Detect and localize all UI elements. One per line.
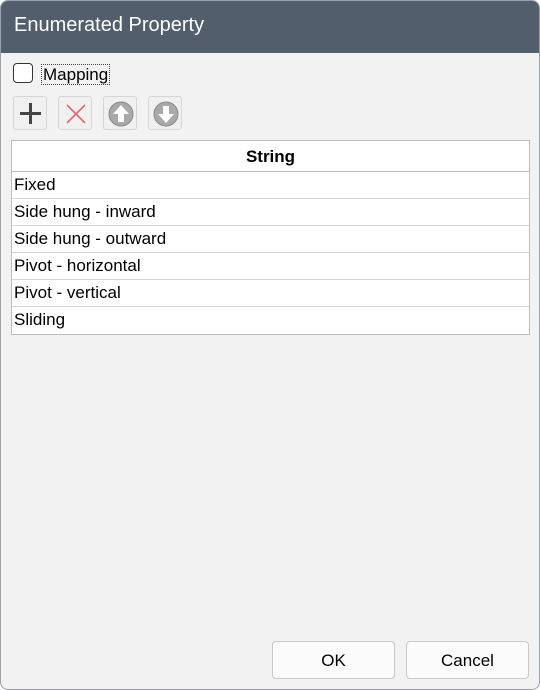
delete-button[interactable]	[58, 96, 92, 130]
add-button[interactable]	[13, 96, 47, 130]
table-row[interactable]: Pivot - vertical	[12, 280, 529, 307]
table-row[interactable]: Pivot - horizontal	[12, 253, 529, 280]
table-row[interactable]: Side hung - inward	[12, 199, 529, 226]
cancel-button[interactable]: Cancel	[406, 641, 529, 679]
move-down-button[interactable]	[148, 96, 182, 130]
mapping-checkbox[interactable]	[13, 63, 33, 83]
arrow-up-circle-icon	[108, 101, 134, 127]
table-row[interactable]: Side hung - outward	[12, 226, 529, 253]
close-icon	[66, 104, 86, 124]
plus-icon	[20, 103, 41, 124]
table-row[interactable]: Fixed	[12, 172, 529, 199]
enumerated-property-dialog: Enumerated Property Mapping String Fixed…	[0, 0, 540, 690]
values-table: String Fixed Side hung - inward Side hun…	[11, 140, 530, 335]
title-bar[interactable]: Enumerated Property	[1, 1, 539, 53]
move-up-button[interactable]	[103, 96, 137, 130]
column-header-string[interactable]: String	[12, 141, 529, 172]
mapping-label[interactable]: Mapping	[41, 64, 111, 85]
window-title: Enumerated Property	[14, 14, 205, 36]
arrow-down-circle-icon	[153, 101, 179, 127]
table-row[interactable]: Sliding	[12, 307, 529, 334]
ok-button[interactable]: OK	[272, 641, 395, 679]
